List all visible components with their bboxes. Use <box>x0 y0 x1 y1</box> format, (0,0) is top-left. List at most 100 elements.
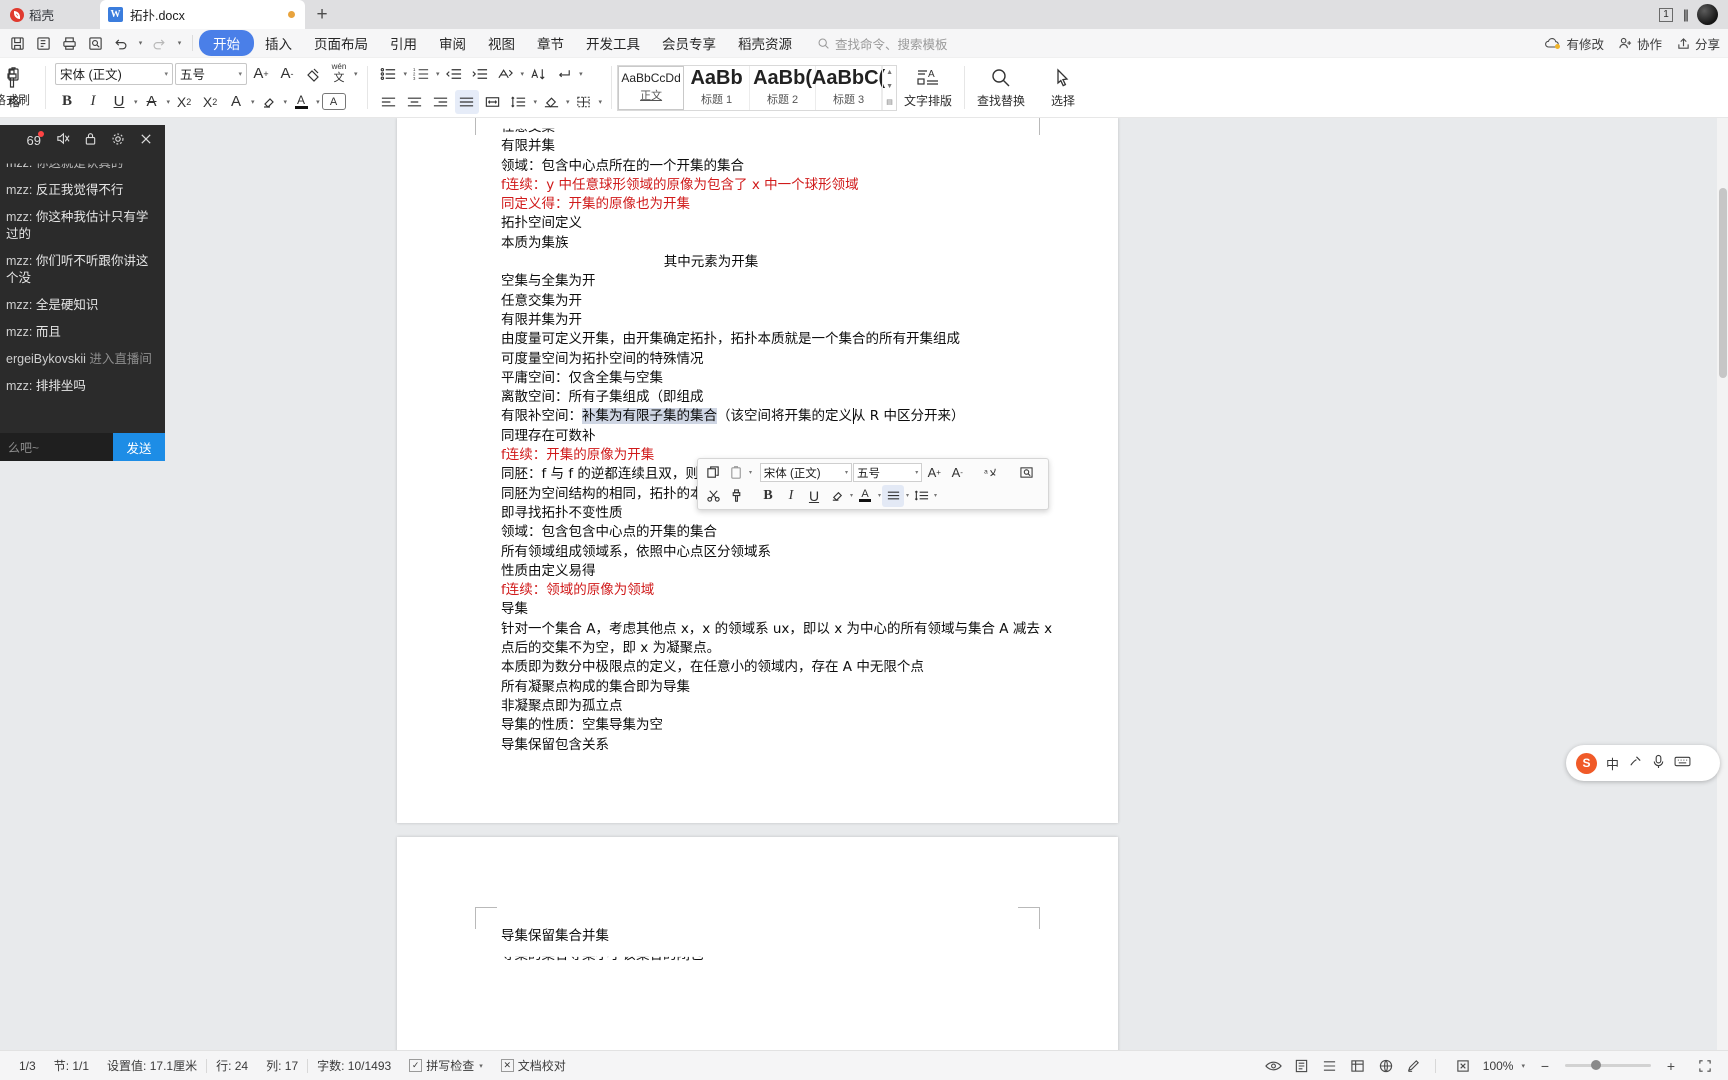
line-spacing-dropdown-icon[interactable]: ▾ <box>534 98 538 106</box>
document-tab[interactable]: W 拓扑.docx <box>100 0 305 29</box>
chat-message[interactable]: mzz: 你这种我估计只有学过的 <box>6 209 159 243</box>
style-scroll-down-icon[interactable]: ▼ <box>886 83 893 90</box>
pinyin-tone-icon[interactable] <box>494 62 518 86</box>
mini-font-name-input[interactable]: 宋体 (正文) ▾ <box>759 463 852 482</box>
chat-message[interactable]: ergeiBykovskii 进入直播间 <box>6 351 159 368</box>
chat-message[interactable]: mzz: 反正我觉得不行 <box>6 182 159 199</box>
format-brush-icon[interactable] <box>725 485 747 507</box>
distribute-icon[interactable] <box>481 90 505 114</box>
vertical-scrollbar[interactable] <box>1717 118 1728 1050</box>
ribbon-tab-member[interactable]: 会员专享 <box>651 30 727 56</box>
align-center-icon[interactable] <box>403 90 427 114</box>
borders-icon[interactable] <box>572 90 596 114</box>
italic-button[interactable]: I <box>81 90 105 114</box>
style-item-heading1[interactable]: AaBb 标题 1 <box>684 65 751 110</box>
sogou-ime-bar[interactable]: S 中 <box>1566 745 1720 781</box>
chat-message[interactable]: mzz: 排排坐吗 <box>6 378 159 395</box>
document-line[interactable]: f连续：y 中任意球形领域的原像为包含了 x 中一个球形领域 <box>501 176 1061 195</box>
undo-dropdown-icon[interactable]: ▾ <box>134 30 146 56</box>
close-icon[interactable] <box>139 132 153 149</box>
document-line[interactable]: 有限补空间：补集为有限子集的集合（该空间将开集的定义从 R 中区分开来） <box>501 407 1061 426</box>
mini-grow-font-icon[interactable]: A + <box>923 462 945 484</box>
keyboard-icon[interactable] <box>1674 755 1691 771</box>
ribbon-tab-review[interactable]: 审阅 <box>428 30 477 56</box>
document-line[interactable]: 所有领域组成领域系，依照中心点区分领域系 <box>501 543 1061 562</box>
lock-icon[interactable] <box>84 132 97 149</box>
document-line[interactable]: 任意交集为开 <box>501 292 1061 311</box>
document-line[interactable]: f连续：领域的原像为领域 <box>501 581 1061 600</box>
save-as-icon[interactable] <box>30 30 56 56</box>
decrease-indent-icon[interactable] <box>442 62 466 86</box>
style-item-heading2[interactable]: AaBb( 标题 2 <box>750 65 817 110</box>
format-brush-button[interactable]: 格式刷 <box>0 58 40 117</box>
fullscreen-icon[interactable] <box>1692 1055 1718 1077</box>
document-text-body[interactable]: 任意交集 有限并集 领域：包含中心点所在的一个开集的集合 f连续：y 中任意球形领域的… <box>501 118 1061 755</box>
settings-icon[interactable] <box>111 132 125 149</box>
customize-quick-access-icon[interactable]: ▾ <box>172 30 186 56</box>
highlight-dropdown-icon[interactable]: ▾ <box>284 98 288 106</box>
font-color-button[interactable]: A <box>289 90 313 114</box>
copy-icon[interactable] <box>702 462 724 484</box>
show-marks-icon[interactable] <box>552 62 576 86</box>
pinyin-dropdown-icon[interactable]: ▾ <box>354 70 358 78</box>
ribbon-tab-references[interactable]: 引用 <box>379 30 428 56</box>
font-name-input[interactable]: 宋体 (正文) ▾ <box>55 62 173 85</box>
paste-icon[interactable] <box>725 462 747 484</box>
zoom-slider-knob[interactable] <box>1591 1060 1601 1070</box>
avatar[interactable] <box>1697 4 1718 25</box>
document-line[interactable]: 任意交集 <box>501 129 1061 138</box>
document-line[interactable]: 导集的集合导集小于该集合的闭包 <box>501 957 1061 966</box>
new-tab-button[interactable]: + <box>305 0 339 29</box>
cloud-modified-status[interactable]: 有修改 <box>1544 34 1604 53</box>
ime-mode-label[interactable]: 中 <box>1606 754 1619 773</box>
command-search[interactable]: 查找命令、搜索模板 <box>817 34 948 53</box>
web-view-icon[interactable] <box>1345 1055 1371 1077</box>
borders-dropdown-icon[interactable]: ▾ <box>599 98 603 106</box>
superscript-button[interactable]: X2 <box>172 90 196 114</box>
document-line[interactable]: 有限并集为开 <box>501 311 1061 330</box>
underline-dropdown-icon[interactable]: ▾ <box>134 98 138 106</box>
reading-view-icon[interactable] <box>1373 1055 1399 1077</box>
shrink-font-icon[interactable]: A- <box>275 62 299 86</box>
status-row[interactable]: 行: 24 <box>207 1057 257 1074</box>
grow-font-icon[interactable]: A + <box>249 62 273 86</box>
numbered-dropdown-icon[interactable]: ▾ <box>436 70 440 78</box>
char-border-button[interactable]: A <box>321 93 346 110</box>
status-spellcheck[interactable]: ✓ 拼写检查 ▾ <box>400 1057 492 1074</box>
status-section[interactable]: 节: 1/1 <box>45 1057 98 1074</box>
status-page[interactable]: 1/3 <box>10 1059 45 1073</box>
document-page2-text[interactable]: 导集保留集合并集 导集的集合导集小于该集合的闭包 <box>501 927 1061 966</box>
ribbon-tab-page-layout[interactable]: 页面布局 <box>303 30 379 56</box>
send-button[interactable]: 发送 <box>113 433 165 461</box>
style-item-heading3[interactable]: AaBbC( 标题 3 <box>812 65 885 110</box>
document-line[interactable]: 同定义得：开集的原像也为开集 <box>501 195 1061 214</box>
line-spacing-icon[interactable] <box>507 90 531 114</box>
pen-icon[interactable] <box>1401 1055 1427 1077</box>
status-col[interactable]: 列: 17 <box>257 1057 307 1074</box>
zoom-level-label[interactable]: 100% <box>1483 1059 1514 1073</box>
zoom-slider-track[interactable] <box>1565 1060 1651 1070</box>
page-view-icon[interactable] <box>1289 1055 1315 1077</box>
pinyin-guide-icon[interactable]: wén 文 <box>327 62 351 86</box>
document-line[interactable]: 领域：包含中心点所在的一个开集的集合 <box>501 157 1061 176</box>
mini-font-color-dropdown-icon[interactable]: ▾ <box>878 492 881 499</box>
print-preview-icon[interactable] <box>82 30 108 56</box>
shading-dropdown-icon[interactable]: ▾ <box>566 98 570 106</box>
status-proofread[interactable]: ✕ 文档校对 <box>492 1057 575 1074</box>
text-effect-dropdown-icon[interactable]: ▾ <box>251 98 255 106</box>
chat-message[interactable]: mzz: 你们听不听跟你讲这个没 <box>6 253 159 287</box>
increase-indent-icon[interactable] <box>468 62 492 86</box>
document-line[interactable]: 由度量可定义开集，由开集确定拓扑，拓扑本质就是一个集合的所有开集组成 <box>501 330 1061 349</box>
zoom-in-icon[interactable]: + <box>1658 1055 1684 1077</box>
clear-format-icon[interactable] <box>301 62 325 86</box>
chat-message-list[interactable]: mzz: 你这就是认真的 mzz: 反正我觉得不行 mzz: 你这种我估计只有学过的… <box>0 155 165 395</box>
chat-message[interactable]: mzz: 而且 <box>6 324 159 341</box>
bullet-dropdown-icon[interactable]: ▾ <box>404 70 408 78</box>
ribbon-tab-section[interactable]: 章节 <box>526 30 575 56</box>
document-line[interactable]: 其中元素为开集 <box>501 253 921 272</box>
mic-icon[interactable] <box>1652 754 1665 772</box>
zoom-control[interactable]: 100% ▾ − + <box>1444 1055 1690 1077</box>
text-layout-button[interactable]: A 文字排版 <box>897 58 959 117</box>
document-line[interactable]: 可度量空间为拓扑空间的特殊情况 <box>501 350 1061 369</box>
document-line[interactable]: 所有凝聚点构成的集合即为导集 <box>501 678 1061 697</box>
